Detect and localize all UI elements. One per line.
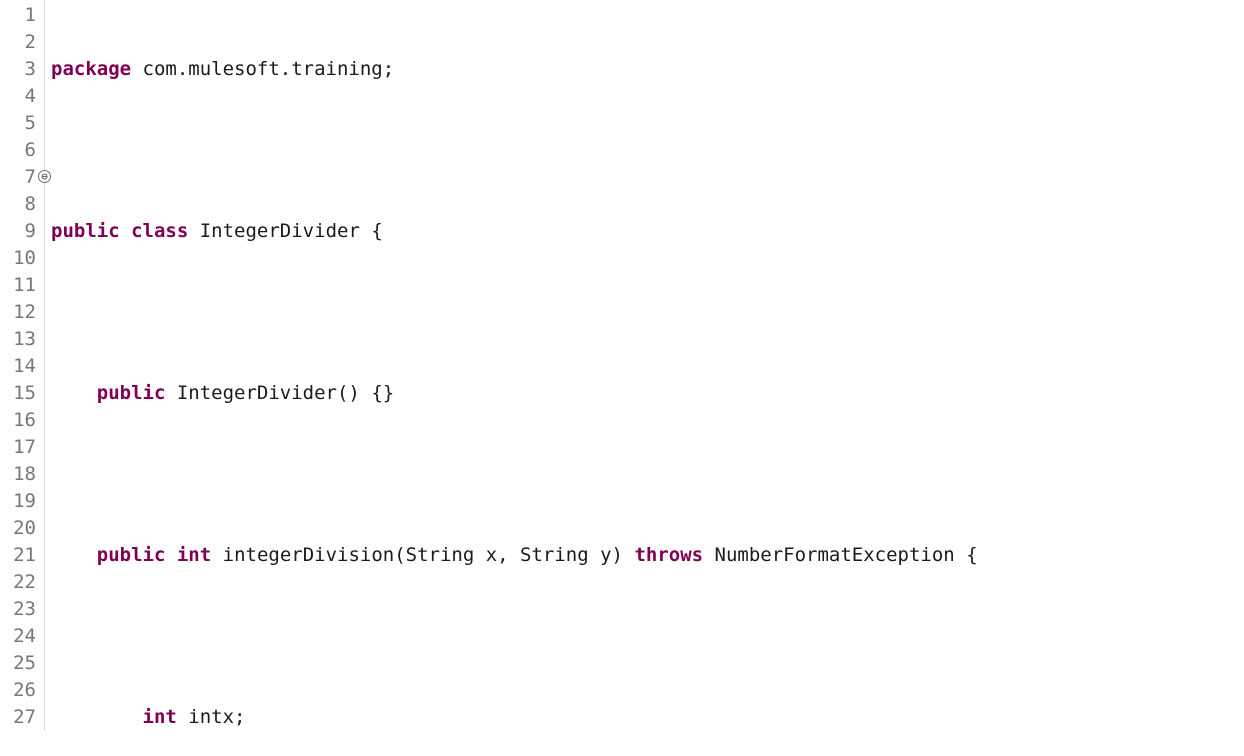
- line-number: 11: [0, 272, 44, 299]
- line-number: 12: [0, 299, 44, 326]
- line-number: 25: [0, 650, 44, 677]
- kw-int: int: [143, 706, 177, 728]
- code-line[interactable]: [51, 623, 978, 650]
- line-number: 13: [0, 326, 44, 353]
- code-line[interactable]: [51, 137, 978, 164]
- kw-class: class: [131, 220, 188, 242]
- line-number: 10: [0, 245, 44, 272]
- line-number: 7 ⊖: [0, 164, 44, 191]
- line-number: 27: [0, 704, 44, 731]
- kw-throws: throws: [634, 544, 703, 566]
- line-number: 16: [0, 407, 44, 434]
- lbrace: {: [371, 220, 382, 242]
- class-name: IntegerDivider: [188, 220, 371, 242]
- kw-public: public: [51, 220, 120, 242]
- ctor-body: {}: [371, 382, 394, 404]
- code-line[interactable]: [51, 461, 978, 488]
- line-number: 20: [0, 515, 44, 542]
- line-number: 26: [0, 677, 44, 704]
- ctor-name: IntegerDivider(): [165, 382, 371, 404]
- code-line[interactable]: package com.mulesoft.training;: [51, 56, 978, 83]
- kw-int: int: [177, 544, 211, 566]
- line-number: 5: [0, 110, 44, 137]
- method-name: integerDivision(String x, String y): [211, 544, 634, 566]
- line-number: 9: [0, 218, 44, 245]
- line-number: 2: [0, 29, 44, 56]
- line-number-gutter: 1 2 3 4 5 6 7 ⊖ 8 9 10 11 12 13 14 15 16…: [0, 0, 45, 731]
- line-number: 14: [0, 353, 44, 380]
- package-name: com.mulesoft.training: [131, 58, 383, 80]
- semicolon: ;: [383, 58, 394, 80]
- code-line[interactable]: [51, 299, 978, 326]
- code-line[interactable]: int intx;: [51, 704, 978, 731]
- line-number: 4: [0, 83, 44, 110]
- code-line[interactable]: public class IntegerDivider {: [51, 218, 978, 245]
- line-number: 17: [0, 434, 44, 461]
- lbrace: {: [966, 544, 977, 566]
- throws-type: NumberFormatException: [703, 544, 966, 566]
- code-line[interactable]: public IntegerDivider() {}: [51, 380, 978, 407]
- kw-public: public: [97, 382, 166, 404]
- line-number: 21: [0, 542, 44, 569]
- semicolon: ;: [234, 706, 245, 728]
- line-number: 18: [0, 461, 44, 488]
- line-number: 6: [0, 137, 44, 164]
- line-number: 19: [0, 488, 44, 515]
- code-editor: 1 2 3 4 5 6 7 ⊖ 8 9 10 11 12 13 14 15 16…: [0, 0, 1244, 756]
- line-number: 1: [0, 2, 44, 29]
- kw-public: public: [97, 544, 166, 566]
- fold-toggle-icon[interactable]: ⊖: [38, 170, 51, 183]
- line-number: 15: [0, 380, 44, 407]
- code-line[interactable]: public int integerDivision(String x, Str…: [51, 542, 978, 569]
- line-number: 23: [0, 596, 44, 623]
- line-number: 22: [0, 569, 44, 596]
- line-number: 24: [0, 623, 44, 650]
- code-area[interactable]: package com.mulesoft.training; public cl…: [45, 0, 978, 756]
- decl-intx: intx: [177, 706, 234, 728]
- line-number: 3: [0, 56, 44, 83]
- kw-package: package: [51, 58, 131, 80]
- line-number: 8: [0, 191, 44, 218]
